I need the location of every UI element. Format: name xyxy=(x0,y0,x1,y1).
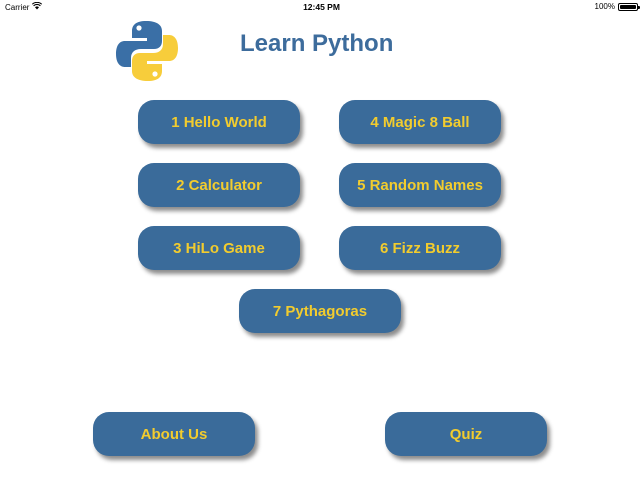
lesson-button-magic-8-ball[interactable]: 4 Magic 8 Ball xyxy=(339,100,501,144)
battery-icon xyxy=(618,2,640,11)
status-bar: Carrier 12:45 PM 100% xyxy=(0,0,643,14)
battery-fill xyxy=(620,4,636,9)
lesson-button-hello-world[interactable]: 1 Hello World xyxy=(138,100,300,144)
lesson-button-calculator[interactable]: 2 Calculator xyxy=(138,163,300,207)
lesson-button-random-names[interactable]: 5 Random Names xyxy=(339,163,501,207)
lesson-button-pythagoras[interactable]: 7 Pythagoras xyxy=(239,289,401,333)
lesson-button-fizz-buzz[interactable]: 6 Fizz Buzz xyxy=(339,226,501,270)
about-us-button[interactable]: About Us xyxy=(93,412,255,456)
battery-percent: 100% xyxy=(594,2,615,11)
python-logo-icon xyxy=(114,18,180,84)
clock-label: 12:45 PM xyxy=(303,2,340,12)
status-right: 100% xyxy=(594,2,640,11)
quiz-button[interactable]: Quiz xyxy=(385,412,547,456)
page-title: Learn Python xyxy=(240,30,394,57)
lesson-button-hilo-game[interactable]: 3 HiLo Game xyxy=(138,226,300,270)
